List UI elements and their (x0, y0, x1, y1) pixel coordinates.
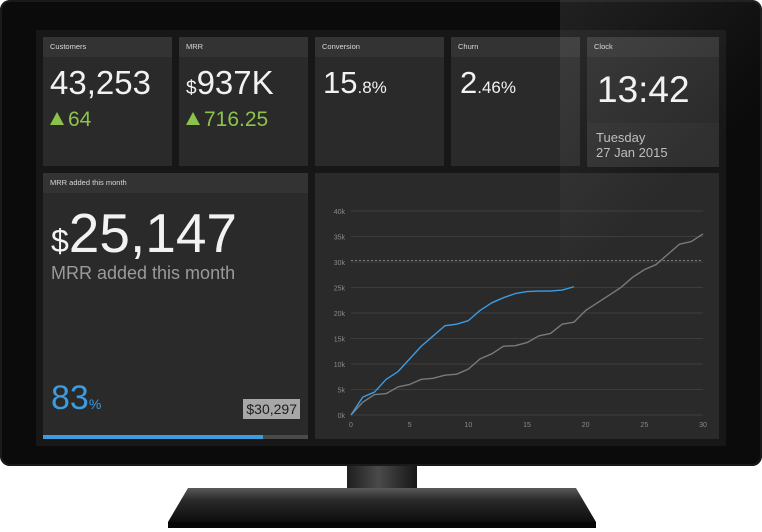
churn-title: Churn (451, 37, 580, 57)
mrr-added-title: MRR added this month (43, 173, 308, 193)
mrr-value: $937K (186, 64, 274, 102)
clock-day: Tuesday (596, 130, 646, 145)
mrr-added-currency: $ (51, 223, 69, 259)
x-tick-label: 5 (408, 422, 412, 429)
mrr-target-badge: $30,297 (243, 399, 300, 419)
clock-time: 13:42 (597, 69, 690, 110)
y-tick-label: 25k (334, 286, 346, 293)
x-tick-label: 20 (582, 422, 590, 429)
mrr-delta: 716.25 (186, 108, 268, 132)
y-tick-label: 15k (334, 337, 346, 344)
y-tick-label: 5k (338, 388, 346, 395)
mrr-progress-track (43, 435, 308, 439)
mrr-added-percent: 83% (51, 379, 101, 418)
mrr-line-chart: 0k 5k 10k 15k 20k 25k 30k 35k 40k 0 5 10 15 20 25 30 (334, 209, 707, 429)
x-tick-label: 10 (464, 422, 472, 429)
percent-value: 83 (51, 379, 89, 417)
monitor-bezel: Customers 43,253 64 MRR $937K 716.25 Con… (0, 0, 762, 466)
up-triangle-icon (186, 112, 200, 125)
x-tick-label: 30 (699, 422, 707, 429)
customers-value: 43,253 (50, 64, 151, 101)
conversion-value: 15.8% (323, 65, 387, 101)
churn-integer: 2 (460, 65, 478, 100)
mrr-amount: 937K (196, 64, 274, 101)
mrr-title: MRR (179, 37, 308, 57)
y-tick-label: 30k (334, 260, 346, 267)
y-tick-label: 35k (334, 235, 346, 242)
customers-tile: Customers 43,253 64 (43, 37, 172, 166)
conversion-integer: 15 (323, 65, 358, 100)
conversion-tile: Conversion 15.8% (315, 37, 444, 166)
y-tick-label: 0k (338, 413, 346, 420)
clock-tile: Clock 13:42 Tuesday 27 Jan 2015 (587, 37, 719, 167)
mrr-added-subtitle: MRR added this month (51, 263, 236, 283)
clock-date: 27 Jan 2015 (596, 145, 668, 160)
x-tick-label: 15 (523, 422, 531, 429)
x-tick-label: 25 (640, 422, 648, 429)
mrr-added-tile: MRR added this month $25,147 MRR added t… (43, 173, 308, 439)
y-tick-label: 40k (334, 209, 346, 216)
clock-date-block: Tuesday 27 Jan 2015 (587, 123, 719, 167)
churn-tile: Churn 2.46% (451, 37, 580, 166)
customers-delta: 64 (50, 108, 91, 132)
mrr-delta-value: 716.25 (204, 108, 269, 131)
series-line-current-month (350, 286, 575, 416)
mrr-added-amount: 25,147 (68, 202, 238, 264)
x-tick-label: 0 (349, 422, 353, 429)
churn-fraction: .46% (477, 78, 516, 97)
dashboard-screen: Customers 43,253 64 MRR $937K 716.25 Con… (36, 30, 726, 446)
mrr-progress-fill (43, 435, 263, 439)
clock-title: Clock (587, 37, 719, 57)
series-line-previous-month (350, 233, 704, 416)
monitor-stand-base (168, 488, 596, 528)
y-tick-label: 20k (334, 311, 346, 318)
y-tick-label: 10k (334, 362, 346, 369)
up-triangle-icon (50, 112, 64, 125)
mrr-chart-tile: 0k 5k 10k 15k 20k 25k 30k 35k 40k 0 5 10 15 20 25 30 (315, 173, 719, 439)
mrr-currency: $ (186, 78, 197, 99)
customers-delta-value: 64 (68, 108, 92, 131)
conversion-title: Conversion (315, 37, 444, 57)
churn-value: 2.46% (460, 65, 516, 101)
conversion-fraction: .8% (357, 78, 387, 97)
percent-sign: % (88, 396, 102, 412)
customers-title: Customers (43, 37, 172, 57)
mrr-tile: MRR $937K 716.25 (179, 37, 308, 166)
